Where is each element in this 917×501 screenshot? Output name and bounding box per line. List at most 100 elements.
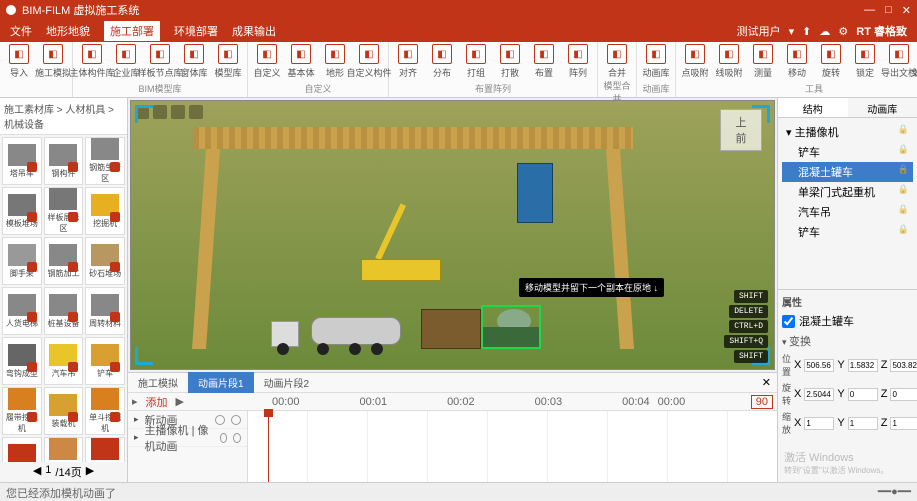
ribbon-窗体库[interactable]: ◧窗体库 bbox=[179, 44, 209, 79]
download-icon[interactable] bbox=[110, 162, 120, 172]
ribbon-点吸附[interactable]: ◧点吸附 bbox=[680, 44, 710, 79]
menu-2[interactable]: 施工部署 bbox=[104, 21, 160, 41]
eye-icon[interactable] bbox=[215, 415, 225, 425]
breadcrumb[interactable]: 施工素材库 > 人材机具 > 机械设备 bbox=[0, 98, 127, 135]
asset-item[interactable]: 钢筋加工 bbox=[44, 237, 84, 285]
ribbon-打散[interactable]: ◧打散 bbox=[495, 44, 525, 79]
pos-y[interactable] bbox=[848, 359, 878, 372]
tab-structure[interactable]: 结构 bbox=[778, 98, 848, 117]
tree-item[interactable]: 铲车🔒 bbox=[782, 142, 913, 162]
ribbon-对齐[interactable]: ◧对齐 bbox=[393, 44, 423, 79]
ribbon-分布[interactable]: ◧分布 bbox=[427, 44, 457, 79]
ribbon-布置[interactable]: ◧布置 bbox=[529, 44, 559, 79]
eye-icon[interactable] bbox=[220, 433, 228, 443]
pos-z[interactable] bbox=[890, 359, 917, 372]
download-icon[interactable] bbox=[27, 262, 37, 272]
ribbon-打组[interactable]: ◧打组 bbox=[461, 44, 491, 79]
ribbon-阵列[interactable]: ◧阵列 bbox=[563, 44, 593, 79]
asset-item[interactable]: 钢构件 bbox=[44, 137, 84, 185]
page-next[interactable]: ▶ bbox=[86, 464, 94, 480]
ribbon-自定义构件[interactable]: ◧自定义构件 bbox=[354, 44, 384, 79]
status-slider[interactable]: ━━●━━ bbox=[878, 485, 911, 498]
lock-icon[interactable]: 🔒 bbox=[898, 204, 909, 220]
ribbon-合并[interactable]: ◧合并 bbox=[602, 44, 632, 79]
ribbon-自定义[interactable]: ◧自定义 bbox=[252, 44, 282, 79]
lock-icon[interactable]: 🔒 bbox=[898, 164, 909, 180]
download-icon[interactable] bbox=[27, 312, 37, 322]
download-icon[interactable] bbox=[27, 362, 37, 372]
download-icon[interactable] bbox=[68, 312, 78, 322]
tree-item[interactable]: 混凝土罐车🔒 bbox=[782, 162, 913, 182]
lock-icon[interactable]: 🔒 bbox=[898, 124, 909, 140]
asset-item[interactable]: 周转材料 bbox=[85, 287, 125, 335]
asset-item[interactable]: 单斗挖掘机 bbox=[85, 387, 125, 435]
lock-icon[interactable] bbox=[233, 433, 241, 443]
asset-item[interactable]: 钢筋生产区 bbox=[85, 137, 125, 185]
asset-item[interactable]: 人货电梯 bbox=[2, 287, 42, 335]
page-prev[interactable]: ◀ bbox=[33, 464, 41, 480]
ribbon-测量[interactable]: ◧测量 bbox=[748, 44, 778, 79]
user-menu[interactable]: 测试用户 bbox=[737, 23, 781, 39]
lock-icon[interactable]: 🔒 bbox=[898, 144, 909, 160]
download-icon[interactable] bbox=[68, 362, 78, 372]
asset-item[interactable]: 铲车 bbox=[85, 337, 125, 385]
asset-item[interactable]: 挖掘机 bbox=[85, 187, 125, 235]
download-icon[interactable] bbox=[27, 162, 37, 172]
rot-x[interactable] bbox=[804, 388, 834, 401]
ribbon-地形[interactable]: ◧地形 bbox=[320, 44, 350, 79]
download-icon[interactable] bbox=[68, 262, 78, 272]
timeline-frame[interactable]: 90 bbox=[751, 395, 773, 409]
asset-item[interactable]: 履带挖掘机 bbox=[2, 387, 42, 435]
download-icon[interactable] bbox=[110, 312, 120, 322]
close-icon[interactable]: ✕ bbox=[902, 4, 911, 17]
lock-icon[interactable]: 🔒 bbox=[898, 224, 909, 240]
minimize-icon[interactable]: — bbox=[864, 4, 875, 17]
timeline-area[interactable] bbox=[248, 411, 777, 482]
nav-cube[interactable]: 上 前 bbox=[720, 109, 762, 151]
asset-item[interactable]: 模板堆场 bbox=[2, 187, 42, 235]
playhead[interactable] bbox=[268, 411, 269, 482]
name-checkbox[interactable] bbox=[782, 315, 795, 328]
scl-x[interactable] bbox=[804, 417, 834, 430]
track-row[interactable]: ▸ 主播像机 | 像机动画 bbox=[128, 429, 247, 447]
ribbon-企业库[interactable]: ◧企业库 bbox=[111, 44, 141, 79]
download-icon[interactable] bbox=[27, 412, 37, 422]
ribbon-导入[interactable]: ◧导入 bbox=[4, 44, 34, 79]
dump-truck-model[interactable] bbox=[421, 309, 481, 349]
rot-y[interactable] bbox=[848, 388, 878, 401]
concrete-truck-model[interactable] bbox=[271, 311, 401, 355]
pos-x[interactable] bbox=[804, 359, 834, 372]
timeline-tab[interactable]: 动画片段2 bbox=[254, 372, 320, 393]
timeline-tab[interactable]: 动画片段1 bbox=[188, 372, 254, 393]
timeline-close[interactable]: ✕ bbox=[756, 376, 777, 389]
download-icon[interactable] bbox=[110, 362, 120, 372]
tab-animlib[interactable]: 动画库 bbox=[848, 98, 917, 117]
vp-tool[interactable] bbox=[153, 105, 167, 119]
timeline-expand-icon[interactable]: ▸ bbox=[132, 395, 138, 408]
tree-root[interactable]: ▾ 主播像机🔒 bbox=[782, 122, 913, 142]
add-track-button[interactable]: 添加 bbox=[146, 394, 168, 410]
ribbon-移动[interactable]: ◧移动 bbox=[782, 44, 812, 79]
menu-3[interactable]: 环境部署 bbox=[174, 23, 218, 39]
lock-icon[interactable] bbox=[231, 415, 241, 425]
ribbon-旋转[interactable]: ◧旋转 bbox=[816, 44, 846, 79]
menu-4[interactable]: 成果输出 bbox=[232, 23, 276, 39]
menu-0[interactable]: 文件 bbox=[10, 23, 32, 39]
vp-tool[interactable] bbox=[189, 105, 203, 119]
ribbon-施工模拟[interactable]: ◧施工模拟 bbox=[38, 44, 68, 79]
asset-item[interactable]: 混凝土搅拌机 bbox=[85, 437, 125, 462]
ribbon-导出文档[interactable]: ◧导出文档 bbox=[884, 44, 914, 79]
upload-icon[interactable]: ⬆ bbox=[802, 25, 811, 38]
download-icon[interactable] bbox=[110, 262, 120, 272]
asset-item[interactable]: 桩基设备 bbox=[44, 287, 84, 335]
download-icon[interactable] bbox=[68, 412, 78, 422]
viewport[interactable]: 上 前 移动模型并留下一个副本在原地 ↓ SHIFTDELETECTRL+DSH… bbox=[130, 100, 775, 370]
mixer-selected-model[interactable] bbox=[481, 305, 541, 349]
download-icon[interactable] bbox=[27, 212, 37, 222]
vp-tool[interactable] bbox=[171, 105, 185, 119]
download-icon[interactable] bbox=[68, 162, 78, 172]
asset-item[interactable]: 脚手架 bbox=[2, 237, 42, 285]
maximize-icon[interactable]: □ bbox=[885, 4, 892, 17]
menu-1[interactable]: 地形地貌 bbox=[46, 23, 90, 39]
rot-z[interactable] bbox=[890, 388, 917, 401]
